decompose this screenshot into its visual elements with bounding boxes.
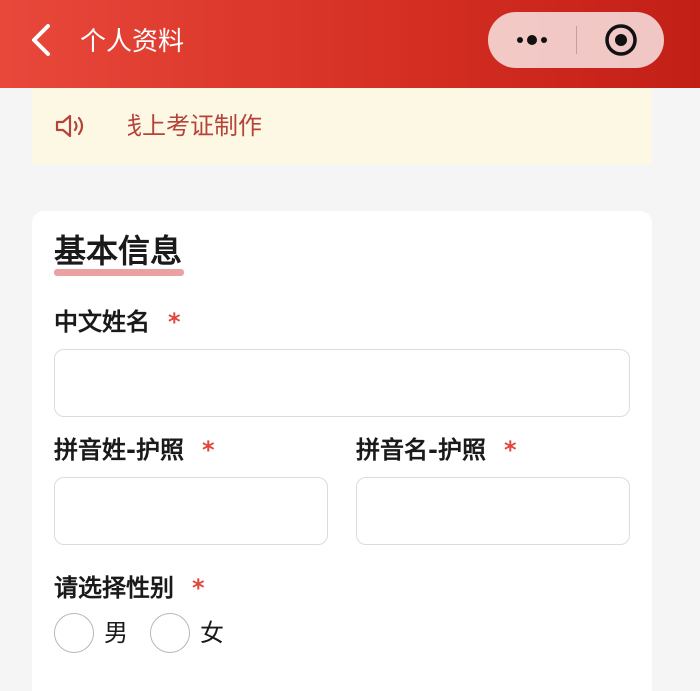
basic-info-card: 基本信息 中文姓名 * 拼音姓-护照 * 拼音名-护照 * 请选择性别 * 男 女 xyxy=(32,211,652,691)
radio-label: 女 xyxy=(200,619,224,647)
notice-marquee: 线上考证制作 xyxy=(128,106,628,146)
close-button[interactable] xyxy=(577,12,664,68)
radio-label: 男 xyxy=(104,619,128,647)
pinyin-surname-input[interactable] xyxy=(54,477,328,545)
required-mark: * xyxy=(201,436,215,464)
target-circle-icon xyxy=(604,24,637,56)
notice-bar: 线上考证制作 xyxy=(32,88,652,164)
gender-radio-male[interactable]: 男 xyxy=(54,613,128,653)
section-title-underline xyxy=(54,269,184,276)
chevron-left-icon xyxy=(32,24,50,56)
notice-text: 线上考证制作 xyxy=(128,112,262,140)
gender-radio-female[interactable]: 女 xyxy=(150,613,224,653)
more-dots-icon xyxy=(517,35,547,45)
gender-label: 请选择性别 * xyxy=(54,574,205,602)
chinese-name-input[interactable] xyxy=(54,349,630,417)
speaker-icon xyxy=(55,114,84,138)
page-title: 个人资料 xyxy=(80,27,185,57)
more-button[interactable] xyxy=(488,12,576,68)
required-mark: * xyxy=(503,436,517,464)
mini-program-capsule xyxy=(488,12,664,68)
section-title: 基本信息 xyxy=(54,232,183,270)
pinyin-given-name-label: 拼音名-护照 * xyxy=(356,436,517,464)
required-mark: * xyxy=(168,308,181,336)
nav-bar: 个人资料 xyxy=(0,0,700,88)
required-mark: * xyxy=(192,574,205,602)
chinese-name-label: 中文姓名 * xyxy=(54,308,181,336)
pinyin-given-name-input[interactable] xyxy=(356,477,630,545)
radio-circle[interactable] xyxy=(54,613,94,653)
pinyin-surname-label: 拼音姓-护照 * xyxy=(54,436,215,464)
radio-circle[interactable] xyxy=(150,613,190,653)
back-button[interactable] xyxy=(20,18,64,62)
